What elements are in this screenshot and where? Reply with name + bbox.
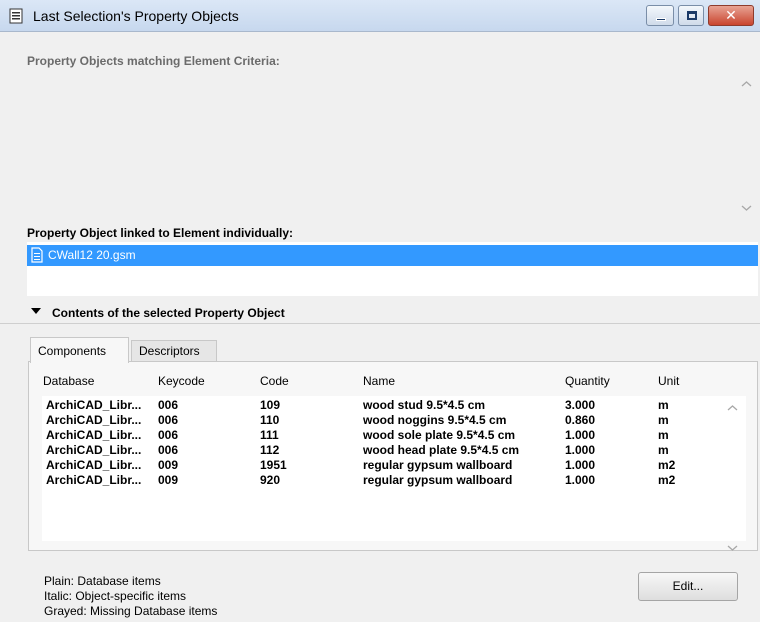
tab-descriptors-label: Descriptors <box>139 344 200 358</box>
close-icon: ✕ <box>725 7 737 23</box>
cell-keycode: 009 <box>158 473 179 487</box>
table-scrollbar[interactable] <box>724 396 741 551</box>
chevron-down-icon <box>727 545 738 551</box>
edit-button[interactable]: Edit... <box>638 572 738 601</box>
cell-unit: m <box>658 443 669 457</box>
cell-code: 920 <box>260 473 281 487</box>
tab-descriptors[interactable]: Descriptors <box>131 340 217 362</box>
cell-database: ArchiCAD_Libr... <box>46 473 142 487</box>
maximize-icon <box>687 11 697 20</box>
cell-unit: m <box>658 428 669 442</box>
column-header-database[interactable]: Database <box>43 374 94 388</box>
cell-keycode: 006 <box>158 413 179 427</box>
cell-unit: m <box>658 398 669 412</box>
maximize-button[interactable] <box>678 5 704 26</box>
minimize-icon <box>656 18 666 21</box>
cell-keycode: 006 <box>158 428 179 442</box>
cell-database: ArchiCAD_Libr... <box>46 398 142 412</box>
cell-code: 1951 <box>260 458 287 472</box>
cell-code: 111 <box>260 428 279 442</box>
cell-name: wood head plate 9.5*4.5 cm <box>363 443 520 457</box>
cell-unit: m2 <box>658 473 676 487</box>
tab-components-label: Components <box>38 344 107 358</box>
cell-code: 112 <box>260 443 280 457</box>
cell-quantity: 0.860 <box>565 413 596 427</box>
collapse-triangle-icon[interactable] <box>31 308 41 314</box>
cell-name: regular gypsum wallboard <box>363 458 513 472</box>
linked-label: Property Object linked to Element indivi… <box>27 226 294 240</box>
cell-unit: m2 <box>658 458 676 472</box>
section-divider <box>0 323 760 324</box>
title-bar[interactable]: Last Selection's Property Objects ✕ <box>0 0 760 32</box>
cell-code: 109 <box>260 398 281 412</box>
cell-database: ArchiCAD_Libr... <box>46 428 142 442</box>
cell-database: ArchiCAD_Libr... <box>46 458 142 472</box>
cell-database: ArchiCAD_Libr... <box>46 413 142 427</box>
legend-plain: Plain: Database items <box>44 574 161 588</box>
linked-item-label: CWall12 20.gsm <box>48 248 136 262</box>
cell-quantity: 1.000 <box>565 443 596 457</box>
cell-unit: m <box>658 413 669 427</box>
column-header-quantity[interactable]: Quantity <box>565 374 610 388</box>
cell-name: wood noggins 9.5*4.5 cm <box>363 413 507 427</box>
legend-grayed: Grayed: Missing Database items <box>44 604 218 618</box>
chevron-up-icon <box>727 405 738 411</box>
file-icon <box>31 247 43 263</box>
legend-italic: Italic: Object-specific items <box>44 589 187 603</box>
matching-scrollbar[interactable] <box>738 72 755 218</box>
cell-database: ArchiCAD_Libr... <box>46 443 142 457</box>
components-table: ArchiCAD_Libr... 006 109 wood stud 9.5*4… <box>42 396 746 541</box>
cell-quantity: 1.000 <box>565 428 596 442</box>
list-item-selected[interactable]: CWall12 20.gsm <box>27 245 758 266</box>
cell-code: 110 <box>260 413 280 427</box>
contents-label[interactable]: Contents of the selected Property Object <box>52 306 285 320</box>
column-header-keycode[interactable]: Keycode <box>158 374 205 388</box>
cell-name: regular gypsum wallboard <box>363 473 513 487</box>
cell-quantity: 1.000 <box>565 458 596 472</box>
cell-keycode: 009 <box>158 458 179 472</box>
cell-quantity: 3.000 <box>565 398 596 412</box>
close-button[interactable]: ✕ <box>708 5 754 26</box>
matching-label: Property Objects matching Element Criter… <box>27 54 280 68</box>
chevron-up-icon <box>741 81 752 87</box>
tab-components[interactable]: Components <box>30 337 129 363</box>
column-header-unit[interactable]: Unit <box>658 374 679 388</box>
cell-quantity: 1.000 <box>565 473 596 487</box>
linked-object-list: CWall12 20.gsm <box>27 242 758 296</box>
chevron-down-icon <box>741 205 752 211</box>
column-header-name[interactable]: Name <box>363 374 395 388</box>
cell-keycode: 006 <box>158 443 179 457</box>
column-header-code[interactable]: Code <box>260 374 289 388</box>
list-document-icon <box>9 8 23 24</box>
cell-name: wood sole plate 9.5*4.5 cm <box>363 428 516 442</box>
cell-name: wood stud 9.5*4.5 cm <box>363 398 486 412</box>
minimize-button[interactable] <box>646 5 674 26</box>
cell-keycode: 006 <box>158 398 179 412</box>
window-title: Last Selection's Property Objects <box>33 8 239 24</box>
property-objects-window: Last Selection's Property Objects ✕ Prop… <box>0 0 760 622</box>
